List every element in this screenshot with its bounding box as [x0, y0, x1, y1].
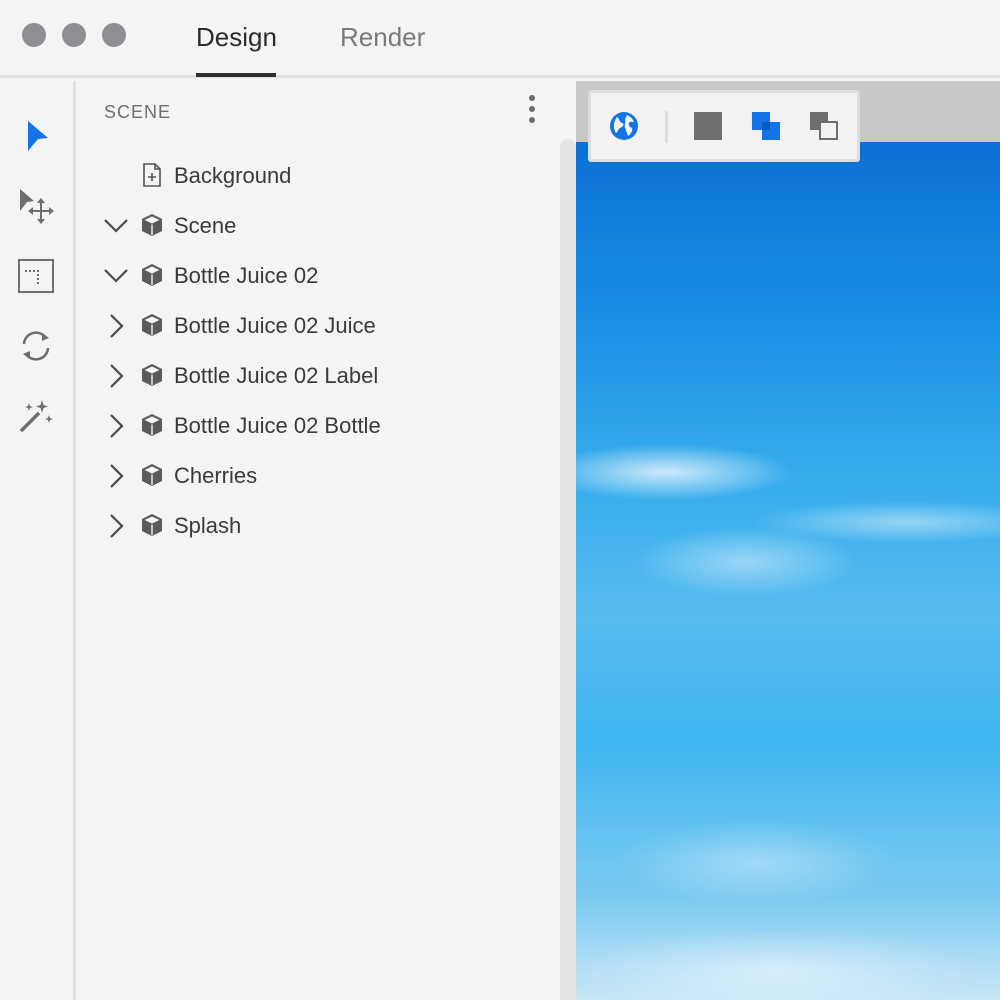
globe-icon	[610, 112, 638, 140]
document-add-icon	[143, 163, 161, 187]
tree-item-label: Splash	[174, 513, 242, 538]
magic-wand-icon	[19, 400, 53, 433]
overlap-view-button[interactable]	[749, 109, 783, 143]
rotate-icon	[22, 331, 50, 361]
solid-view-button[interactable]	[691, 109, 725, 143]
tree-item-label: Bottle Juice 02 Juice	[174, 313, 376, 338]
tree-item-bottle-juice-02-label[interactable]: Bottle Juice 02 Label	[79, 351, 549, 401]
tool-strip	[0, 81, 76, 1000]
tab-design[interactable]: Design	[196, 22, 277, 53]
cube-icon	[142, 214, 162, 236]
tree-item-label: Bottle Juice 02 Bottle	[174, 413, 381, 438]
cube-icon	[142, 264, 162, 286]
select-arrow-icon	[28, 121, 48, 151]
tree-item-background[interactable]: Background	[79, 151, 549, 201]
sky-background-image	[576, 142, 1000, 1000]
tree-item-label: Bottle Juice 02 Label	[174, 363, 379, 388]
scene-panel: SCENE Background Scene Bottle Juice 02 B…	[79, 81, 576, 1000]
chevron-down-icon[interactable]	[103, 263, 129, 289]
tab-render[interactable]: Render	[340, 22, 425, 53]
tree-item-splash[interactable]: Splash	[79, 501, 549, 551]
tree-item-bottle-juice-02-juice[interactable]: Bottle Juice 02 Juice	[79, 301, 549, 351]
panel-menu-button[interactable]	[526, 95, 538, 127]
chevron-right-icon[interactable]	[103, 463, 129, 489]
tree-item-bottle-juice-02[interactable]: Bottle Juice 02	[79, 251, 549, 301]
scene-panel-title: SCENE	[104, 102, 172, 122]
active-tab-indicator	[196, 73, 276, 77]
chevron-right-icon[interactable]	[103, 313, 129, 339]
chevron-right-icon[interactable]	[103, 363, 129, 389]
tree-item-label: Cherries	[174, 463, 258, 488]
tree-item-label: Bottle Juice 02	[174, 263, 319, 288]
move-transform-icon	[20, 189, 54, 224]
window-minimize-button[interactable]	[62, 23, 86, 47]
square-icon	[694, 112, 722, 140]
render-viewport[interactable]	[576, 81, 1000, 1000]
chevron-right-icon[interactable]	[103, 413, 129, 439]
cube-icon	[142, 414, 162, 436]
tree-item-label: Background	[174, 163, 292, 188]
cube-icon	[142, 314, 162, 336]
toolbar-separator	[665, 111, 668, 143]
magic-tool-button[interactable]	[16, 396, 56, 436]
tree-item-bottle-juice-02-bottle[interactable]: Bottle Juice 02 Bottle	[79, 401, 549, 451]
cube-icon	[142, 464, 162, 486]
window-maximize-button[interactable]	[102, 23, 126, 47]
frame-tool-button[interactable]	[16, 256, 56, 296]
tree-item-label: Scene	[174, 213, 237, 238]
environment-button[interactable]	[607, 109, 641, 143]
chevron-right-icon[interactable]	[103, 513, 129, 539]
cube-icon	[142, 364, 162, 386]
tree-item-cherries[interactable]: Cherries	[79, 451, 549, 501]
layered-view-button[interactable]	[807, 109, 841, 143]
scrollbar[interactable]	[560, 139, 576, 1000]
move-tool-button[interactable]	[16, 186, 56, 226]
viewport-toolbar	[588, 90, 860, 162]
title-bar: Design Render	[0, 0, 1000, 78]
layered-squares-icon	[810, 112, 838, 140]
chevron-down-icon[interactable]	[103, 213, 129, 239]
select-tool-button[interactable]	[16, 116, 56, 156]
cube-icon	[142, 514, 162, 536]
window-close-button[interactable]	[22, 23, 46, 47]
crop-frame-icon	[18, 259, 54, 293]
tree-item-scene[interactable]: Scene	[79, 201, 549, 251]
rotate-tool-button[interactable]	[16, 326, 56, 366]
overlap-squares-icon	[752, 112, 780, 140]
